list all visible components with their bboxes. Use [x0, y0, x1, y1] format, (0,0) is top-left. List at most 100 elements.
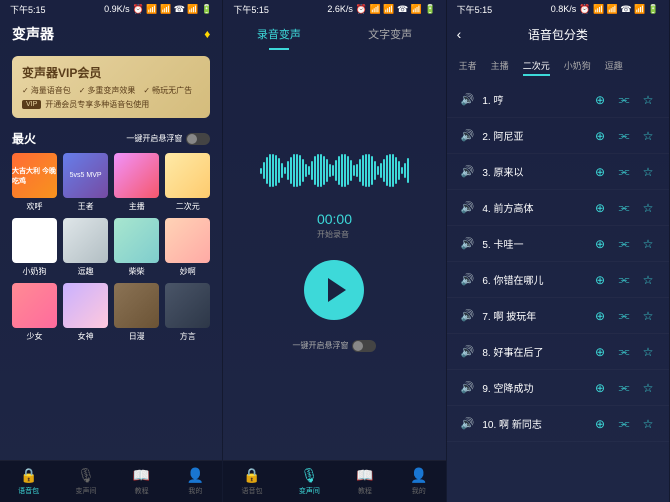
- nav-voice-pack[interactable]: 🔒语音包: [18, 467, 39, 496]
- star-icon[interactable]: ☆: [641, 345, 655, 359]
- section-title: 最火: [12, 130, 36, 147]
- toggle-switch[interactable]: [186, 133, 210, 145]
- download-icon[interactable]: ⊕: [593, 417, 607, 431]
- float-toggle[interactable]: 一键开启悬浮窗: [292, 340, 376, 352]
- download-icon[interactable]: ⊕: [593, 237, 607, 251]
- grid-item[interactable]: 5vs5 MVP王者: [63, 153, 108, 212]
- share-icon[interactable]: ⫘: [617, 309, 631, 323]
- nav-room[interactable]: 🎙变声间: [299, 467, 320, 496]
- app-title: 变声器: [12, 24, 204, 44]
- nav-tutorial[interactable]: 📖教程: [133, 467, 150, 496]
- voice-grid: 大吉大利 今晚吃鸡欢呼 5vs5 MVP王者 主播 二次元 小奶狗 逗趣 柴柴 …: [0, 153, 222, 342]
- star-icon[interactable]: ☆: [641, 417, 655, 431]
- filter-tab[interactable]: 王者: [459, 57, 477, 76]
- share-icon[interactable]: ⫘: [617, 201, 631, 215]
- person-icon: 👤: [187, 467, 204, 484]
- star-icon[interactable]: ☆: [641, 165, 655, 179]
- list-item[interactable]: 🔊3. 原来以⊕⫘☆: [447, 154, 669, 190]
- list-item[interactable]: 🔊8. 好事在后了⊕⫘☆: [447, 334, 669, 370]
- sound-icon: 🔊: [461, 381, 475, 394]
- star-icon[interactable]: ☆: [641, 273, 655, 287]
- grid-item[interactable]: 二次元: [165, 153, 210, 212]
- sound-icon: 🔊: [461, 273, 475, 286]
- grid-item[interactable]: 日漫: [114, 283, 159, 342]
- sound-icon: 🔊: [461, 417, 475, 430]
- star-icon[interactable]: ☆: [641, 129, 655, 143]
- list-item[interactable]: 🔊9. 空降成功⊕⫘☆: [447, 370, 669, 406]
- list-item[interactable]: 🔊4. 前方高体⊕⫘☆: [447, 190, 669, 226]
- star-icon[interactable]: ☆: [641, 201, 655, 215]
- grid-item[interactable]: 柴柴: [114, 218, 159, 277]
- vip-title: 变声器VIP会员: [22, 64, 200, 81]
- share-icon[interactable]: ⫘: [617, 417, 631, 431]
- record-button[interactable]: [304, 260, 364, 320]
- download-icon[interactable]: ⊕: [593, 273, 607, 287]
- status-bar: 下午5:15 2.6K/s⏰ 📶 📶 ☎ 📶 🔋: [223, 0, 445, 18]
- share-icon[interactable]: ⫘: [617, 93, 631, 107]
- bottom-nav: 🔒语音包 🎙变声间 📖教程 👤我的: [223, 460, 445, 502]
- grid-item[interactable]: 大吉大利 今晚吃鸡欢呼: [12, 153, 57, 212]
- grid-item[interactable]: 妙啊: [165, 218, 210, 277]
- filter-tab[interactable]: 小奶狗: [564, 57, 591, 76]
- list-item[interactable]: 🔊6. 你错在哪儿⊕⫘☆: [447, 262, 669, 298]
- nav-tutorial[interactable]: 📖教程: [356, 467, 373, 496]
- grid-item[interactable]: 少女: [12, 283, 57, 342]
- share-icon[interactable]: ⫘: [617, 129, 631, 143]
- list-item[interactable]: 🔊5. 卡哇一⊕⫘☆: [447, 226, 669, 262]
- grid-item[interactable]: 方言: [165, 283, 210, 342]
- lock-icon: 🔒: [20, 467, 37, 484]
- list-item[interactable]: 🔊1. 哼⊕⫘☆: [447, 82, 669, 118]
- filter-tabs: 王者 主播 二次元 小奶狗 逗趣: [447, 51, 669, 82]
- share-icon[interactable]: ⫘: [617, 381, 631, 395]
- download-icon[interactable]: ⊕: [593, 201, 607, 215]
- nav-voice-pack[interactable]: 🔒语音包: [242, 467, 263, 496]
- grid-item[interactable]: 逗趣: [63, 218, 108, 277]
- sound-icon: 🔊: [461, 309, 475, 322]
- app-header: 变声器 ♦: [0, 18, 222, 50]
- star-icon[interactable]: ☆: [641, 309, 655, 323]
- share-icon[interactable]: ⫘: [617, 273, 631, 287]
- download-icon[interactable]: ⊕: [593, 309, 607, 323]
- star-icon[interactable]: ☆: [641, 381, 655, 395]
- back-button[interactable]: ‹: [457, 26, 462, 42]
- star-icon[interactable]: ☆: [641, 237, 655, 251]
- filter-tab[interactable]: 二次元: [523, 57, 550, 76]
- download-icon[interactable]: ⊕: [593, 381, 607, 395]
- list-item[interactable]: 🔊7. 啊 披玩年⊕⫘☆: [447, 298, 669, 334]
- nav-room[interactable]: 🎙变声间: [76, 467, 97, 496]
- list-item[interactable]: 🔊10. 啊 新同志⊕⫘☆: [447, 406, 669, 442]
- page-title: 语音包分类: [528, 28, 588, 42]
- download-icon[interactable]: ⊕: [593, 345, 607, 359]
- nav-me[interactable]: 👤我的: [410, 467, 427, 496]
- waveform: document.write(Array.from({length:50},(_…: [260, 151, 409, 191]
- vip-badge: VIP: [22, 100, 41, 109]
- bottom-nav: 🔒语音包 🎙变声间 📖教程 👤我的: [0, 460, 222, 502]
- download-icon[interactable]: ⊕: [593, 129, 607, 143]
- list-item[interactable]: 🔊2. 阿尼亚⊕⫘☆: [447, 118, 669, 154]
- nav-me[interactable]: 👤我的: [187, 467, 204, 496]
- tab-text[interactable]: 文字变声: [335, 20, 446, 48]
- vip-card[interactable]: 变声器VIP会员 ✓ 海量语音包 ✓ 多重变声效果 ✓ 畅玩无广告 VIP开通会…: [12, 56, 210, 118]
- star-icon[interactable]: ☆: [641, 93, 655, 107]
- screen-recorder: 下午5:15 2.6K/s⏰ 📶 📶 ☎ 📶 🔋 录音变声 文字变声 docum…: [223, 0, 446, 502]
- recorder-tabs: 录音变声 文字变声: [223, 18, 445, 50]
- float-toggle[interactable]: 一键开启悬浮窗: [126, 133, 210, 145]
- grid-item[interactable]: 小奶狗: [12, 218, 57, 277]
- download-icon[interactable]: ⊕: [593, 93, 607, 107]
- toggle-switch[interactable]: [352, 340, 376, 352]
- book-icon: 📖: [133, 467, 150, 484]
- share-icon[interactable]: ⫘: [617, 237, 631, 251]
- vip-feature: ✓ 海量语音包: [22, 85, 71, 96]
- grid-item[interactable]: 主播: [114, 153, 159, 212]
- grid-item[interactable]: 女神: [63, 283, 108, 342]
- sound-icon: 🔊: [461, 201, 475, 214]
- filter-tab[interactable]: 主播: [491, 57, 509, 76]
- sound-icon: 🔊: [461, 237, 475, 250]
- filter-tab[interactable]: 逗趣: [605, 57, 623, 76]
- download-icon[interactable]: ⊕: [593, 165, 607, 179]
- tab-record[interactable]: 录音变声: [223, 20, 334, 48]
- share-icon[interactable]: ⫘: [617, 345, 631, 359]
- play-icon: [328, 278, 346, 302]
- diamond-icon[interactable]: ♦: [204, 27, 210, 41]
- share-icon[interactable]: ⫘: [617, 165, 631, 179]
